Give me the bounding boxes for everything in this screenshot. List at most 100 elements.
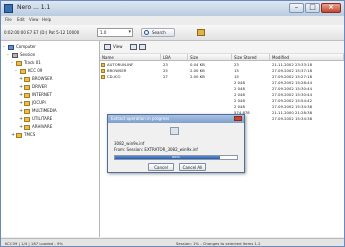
maximize-button[interactable]: □ [305, 3, 320, 13]
tree-item[interactable]: - KCC 09 [1, 68, 99, 75]
search-button-label: Search [152, 30, 166, 35]
folder-icon [24, 85, 30, 90]
collapse-icon[interactable]: - [11, 60, 13, 66]
cell-lba: 25 [163, 68, 168, 73]
menu-file[interactable]: File [5, 17, 12, 22]
column-header-modified[interactable]: Modified [270, 54, 344, 61]
expand-icon[interactable]: + [19, 76, 23, 82]
cell-size-stored: 23 [234, 62, 239, 67]
tree-item-label: Track 01 [24, 60, 41, 65]
tree-item[interactable]: + DRIVER [1, 84, 99, 91]
tree-item-label: DRIVER [32, 84, 48, 89]
details-icon[interactable] [130, 44, 137, 50]
tree-item[interactable]: + ARHIVARE [1, 124, 99, 131]
list-icon[interactable] [139, 44, 146, 50]
menu-edit[interactable]: Edit [17, 17, 25, 22]
drive-select[interactable]: 1.0 ▾ [97, 28, 133, 37]
progress-bar: 86% [114, 155, 238, 160]
dialog-close-icon[interactable] [234, 116, 242, 121]
chevron-down-icon: ▾ [128, 29, 131, 35]
column-header-label: LBA [163, 55, 171, 60]
column-header-name[interactable]: Name [100, 54, 161, 61]
disc-icon [12, 53, 18, 58]
cell-modified: 27.09.2002 15:54:42 [272, 98, 312, 103]
collapse-icon[interactable]: - [3, 44, 5, 50]
expand-icon[interactable]: + [11, 132, 15, 138]
tree-item[interactable]: + BROWSER [1, 76, 99, 83]
extract-progress-dialog: Extract operation in progress 3082_win9x… [107, 114, 245, 173]
cancel-button[interactable]: Cancel [148, 163, 174, 171]
window-title: Nero ... 1.1 [17, 4, 51, 11]
tree-item[interactable]: - Track 01 [1, 60, 99, 67]
dialog-path-label: From: Session: EXTRATOR_3082_win9x.inf [114, 147, 198, 152]
folder-icon [16, 133, 22, 138]
menu-help[interactable]: Help [42, 17, 51, 22]
minimize-icon: – [294, 3, 299, 11]
expand-icon[interactable]: + [19, 92, 23, 98]
folder-icon [24, 101, 30, 106]
folder-tree[interactable]: - Computer - Session - Track 01 - KCC 09… [1, 41, 100, 237]
cell-modified: 27.09.2002 15:34:38 [272, 104, 312, 109]
tree-item-label: TMCS [24, 132, 36, 137]
tree-item[interactable]: + JOCUPI [1, 100, 99, 107]
folder-icon [24, 117, 30, 122]
copy-animation-icon [170, 127, 179, 135]
search-button[interactable]: Search [141, 28, 175, 37]
tree-item-label: KCC 09 [28, 68, 43, 73]
app-window: Nero ... 1.1 – □ × File Edit View Help 0… [0, 0, 345, 247]
status-right: Session: 1% - Changes to selected items … [176, 241, 261, 246]
expand-icon[interactable]: + [19, 84, 23, 90]
folder-icon [24, 93, 30, 98]
tree-item[interactable]: + TMCS [1, 132, 99, 139]
minimize-button[interactable]: – [289, 3, 304, 13]
expand-icon[interactable]: + [19, 124, 23, 130]
cell-modified: 27.09.2002 15:30:44 [272, 86, 312, 91]
view-icon[interactable] [104, 44, 111, 50]
expand-icon[interactable]: + [19, 100, 23, 106]
cancel-all-button-label: Cancel All [182, 165, 203, 170]
tree-item-label: Session [20, 52, 36, 57]
cell-size-stored: 15 [234, 68, 239, 73]
folder-icon [24, 109, 30, 114]
menu-view[interactable]: View [29, 17, 39, 22]
cell-modified: 27.09.2002 15:28:44 [272, 80, 312, 85]
file-icon [101, 75, 105, 79]
tree-item[interactable]: + UTILITARE [1, 116, 99, 123]
tree-item[interactable]: + MULTIMEDIA [1, 108, 99, 115]
view-label[interactable]: View [113, 44, 123, 49]
title-bar[interactable]: Nero ... 1.1 – □ × [1, 1, 344, 17]
dialog-title-bar[interactable]: Extract operation in progress [108, 115, 244, 123]
cell-size: 2.00 KB [190, 68, 205, 73]
cell-modified: 27.09.2002 15:34:38 [272, 116, 312, 121]
menu-bar: File Edit View Help [1, 16, 344, 24]
column-header-lba[interactable]: LBA [161, 54, 188, 61]
cell-size-stored: 2 048 [234, 86, 245, 91]
tree-item-label: UTILITARE [32, 116, 53, 121]
tree-item[interactable]: + INTERNET [1, 92, 99, 99]
expand-icon[interactable]: + [19, 108, 23, 114]
list-toolbar: View [100, 41, 344, 54]
collapse-icon[interactable]: - [7, 52, 9, 58]
folder-icon [24, 77, 30, 82]
column-header-size-stored[interactable]: Size Stored [232, 54, 270, 61]
column-header-label: Size [190, 55, 199, 60]
folder-up-icon[interactable] [197, 29, 205, 36]
cancel-all-button[interactable]: Cancel All [179, 163, 206, 171]
column-header-size[interactable]: Size [188, 54, 232, 61]
status-left: KCC09 | 1/4 | 187 Loaded - 9% [5, 241, 64, 246]
tree-item-label: JOCUPI [32, 100, 46, 105]
maximize-icon: □ [309, 3, 316, 11]
cell-size-stored: 2 048 [234, 98, 245, 103]
tree-item-label: INTERNET [32, 92, 52, 97]
tree-item[interactable]: - Computer [1, 44, 99, 51]
close-button[interactable]: × [321, 3, 341, 13]
tree-item[interactable]: - Session [1, 52, 99, 59]
expand-icon[interactable]: + [19, 116, 23, 122]
search-icon [144, 30, 149, 35]
cell-size: 2.00 KB [190, 74, 205, 79]
cell-modified: 27.09.2002 15:27:18 [272, 74, 312, 79]
drive-select-value: 1.0 [100, 30, 107, 35]
close-icon: × [328, 3, 334, 11]
cell-size-stored: 2 048 [234, 104, 245, 109]
collapse-icon[interactable]: - [15, 68, 17, 74]
